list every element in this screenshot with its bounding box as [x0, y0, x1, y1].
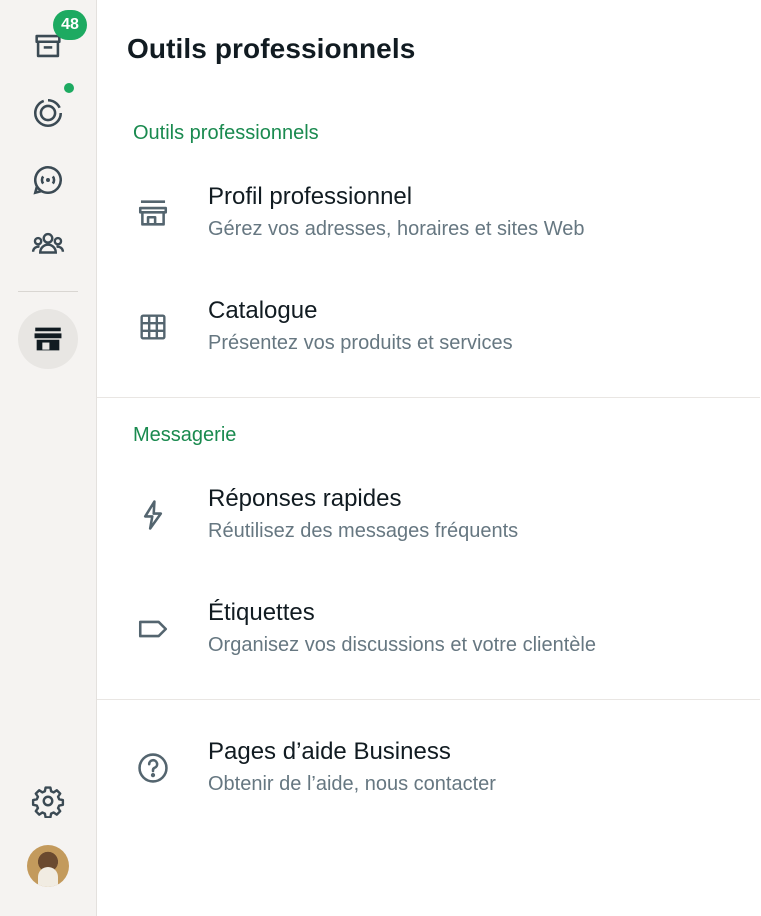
communities-icon: [31, 232, 65, 254]
item-icon-wrap: [135, 309, 171, 345]
status-new-dot: [64, 83, 74, 93]
business-tools-button[interactable]: [18, 309, 78, 369]
catalog-item[interactable]: Catalogue Présentez vos produits et serv…: [97, 277, 760, 377]
business-tools-window: 48 Outils professionnels Outils professi…: [0, 0, 761, 916]
item-label: Profil professionnel: [208, 183, 413, 210]
channels-icon: [33, 165, 62, 195]
lightning-icon: [143, 500, 163, 530]
status-icon: [33, 98, 63, 128]
item-label: Catalogue: [208, 297, 318, 324]
left-nav-rail: 48: [0, 0, 97, 916]
item-icon-wrap: [135, 195, 171, 231]
business-tools-panel: Outils professionnels Outils professionn…: [97, 0, 760, 916]
section-title-messaging: Messagerie: [133, 424, 237, 446]
storefront-icon: [34, 327, 62, 351]
item-label: Étiquettes: [208, 599, 315, 626]
item-icon-wrap: [135, 750, 171, 786]
rail-divider: [18, 291, 78, 292]
section-divider: [97, 699, 760, 700]
settings-button[interactable]: [18, 771, 78, 831]
gear-icon: [31, 786, 65, 818]
labels-item[interactable]: Étiquettes Organisez vos discussions et …: [97, 579, 760, 679]
item-description: Organisez vos discussions et votre clien…: [208, 634, 596, 656]
label-tag-icon: [138, 620, 168, 638]
business-profile-item[interactable]: Profil professionnel Gérez vos adresses,…: [97, 163, 760, 263]
item-label: Réponses rapides: [208, 485, 402, 512]
avatar[interactable]: [27, 845, 69, 887]
communities-button[interactable]: [18, 214, 78, 274]
item-description: Obtenir de l’aide, nous contacter: [208, 773, 496, 795]
business-help-item[interactable]: Pages d’aide Business Obtenir de l’aide,…: [97, 718, 760, 818]
item-description: Gérez vos adresses, horaires et sites We…: [208, 218, 585, 240]
section-divider: [97, 397, 760, 398]
quick-replies-item[interactable]: Réponses rapides Réutilisez des messages…: [97, 465, 760, 565]
page-title: Outils professionnels: [127, 33, 416, 64]
channels-button[interactable]: [18, 150, 78, 210]
item-icon-wrap: [135, 497, 171, 533]
item-description: Présentez vos produits et services: [208, 332, 513, 354]
storefront-icon: [138, 200, 168, 226]
grid-icon: [140, 314, 166, 340]
item-description: Réutilisez des messages fréquents: [208, 520, 519, 542]
help-circle-icon: [138, 753, 168, 783]
chats-unread-badge: 48: [53, 10, 87, 40]
section-title-business-tools: Outils professionnels: [133, 122, 319, 144]
item-label: Pages d’aide Business: [208, 738, 451, 765]
item-icon-wrap: [135, 611, 171, 647]
